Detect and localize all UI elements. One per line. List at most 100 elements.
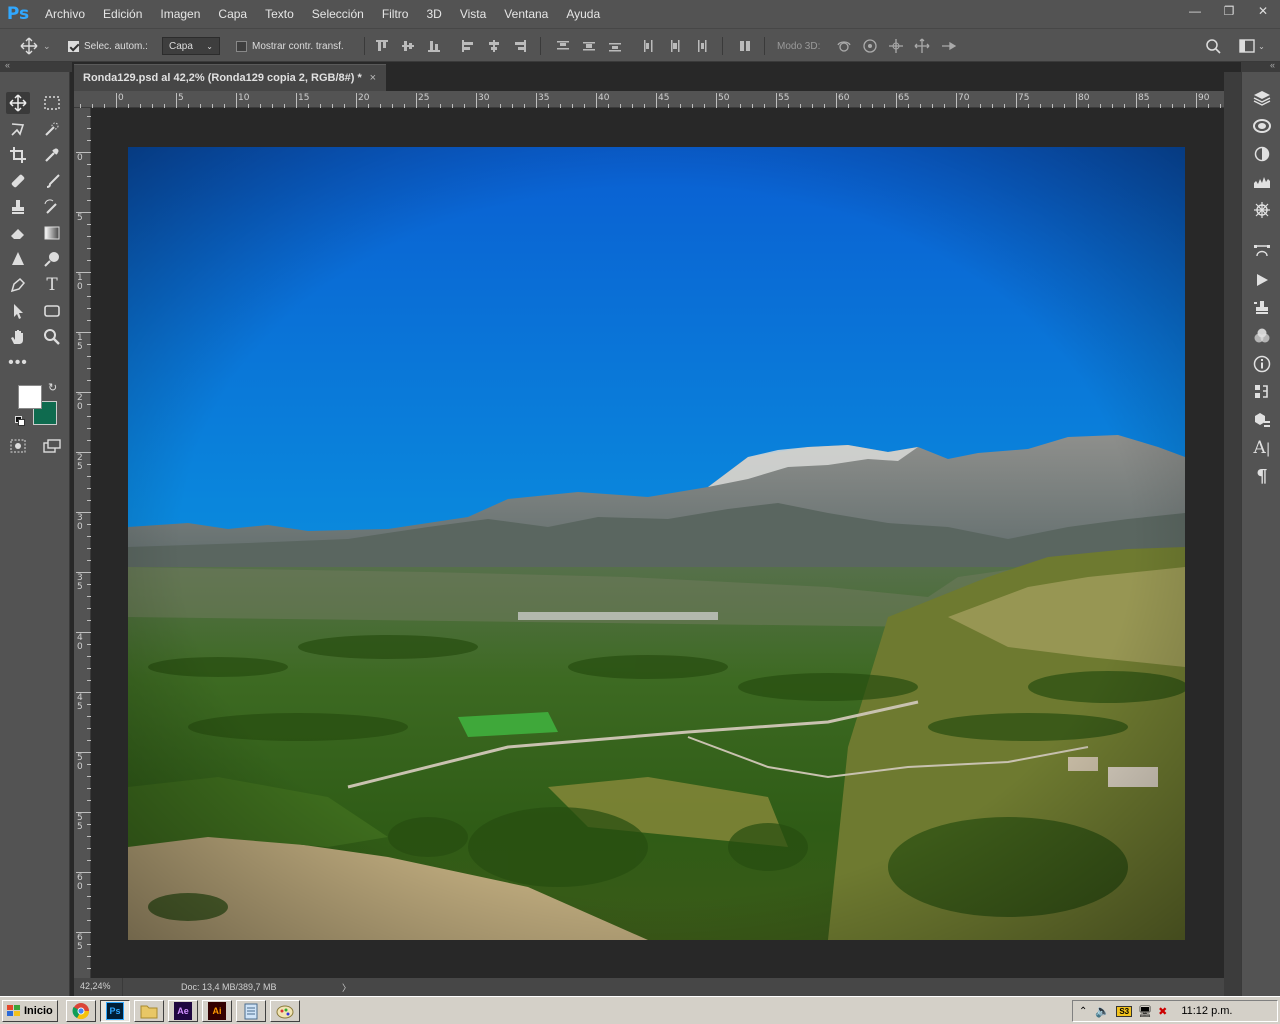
lasso-tool-icon[interactable]: [6, 118, 30, 140]
paragraph-panel-icon[interactable]: ¶: [1250, 464, 1274, 488]
clone-source-icon[interactable]: [1250, 296, 1274, 320]
scale-3d-icon[interactable]: [939, 37, 957, 55]
distribute-left-icon[interactable]: [640, 37, 658, 55]
alert-tray-icon[interactable]: ✖: [1158, 1005, 1167, 1018]
minimize-icon[interactable]: —: [1178, 0, 1212, 22]
history-brush-tool-icon[interactable]: [40, 196, 64, 218]
chrome-taskbar-button[interactable]: [66, 1000, 96, 1022]
show-transform-checkbox[interactable]: Mostrar contr. transf.: [236, 29, 344, 63]
clock[interactable]: 11:12 p.m.: [1181, 1005, 1232, 1017]
status-menu-arrow[interactable]: 〉: [342, 981, 351, 994]
blur-tool-icon[interactable]: [6, 248, 30, 270]
volume-icon[interactable]: 🔈: [1095, 1004, 1110, 1018]
rectangle-tool-icon[interactable]: [40, 300, 64, 322]
paint-taskbar-button[interactable]: [270, 1000, 300, 1022]
align-right-icon[interactable]: [511, 37, 529, 55]
menu-edicion[interactable]: Edición: [94, 0, 151, 28]
document-tab[interactable]: Ronda129.psd al 42,2% (Ronda129 copia 2,…: [74, 64, 386, 91]
distribute-vcenter-icon[interactable]: [580, 37, 598, 55]
channels-icon[interactable]: [1250, 324, 1274, 348]
after-effects-taskbar-button[interactable]: Ae: [168, 1000, 198, 1022]
network-icon[interactable]: 🖥: [1138, 1005, 1152, 1018]
brush-tool-icon[interactable]: [40, 170, 64, 192]
auto-select-checkbox[interactable]: Selec. autom.:: [68, 29, 148, 63]
orbit-3d-icon[interactable]: [835, 37, 853, 55]
menu-vista[interactable]: Vista: [451, 0, 495, 28]
character-panel-icon[interactable]: A|: [1250, 436, 1274, 460]
explorer-taskbar-button[interactable]: [134, 1000, 164, 1022]
auto-select-dropdown[interactable]: Capa ⌄: [162, 29, 220, 63]
expand-icon[interactable]: «: [1270, 60, 1275, 70]
distribute-top-icon[interactable]: [554, 37, 572, 55]
align-hcenter-icon[interactable]: [485, 37, 503, 55]
auto-select-check-icon[interactable]: [68, 40, 79, 52]
actions-play-icon[interactable]: [1250, 268, 1274, 292]
close-icon[interactable]: ✕: [1246, 0, 1280, 22]
eyedropper-tool-icon[interactable]: [40, 144, 64, 166]
layers-icon[interactable]: [1250, 86, 1274, 110]
clone-stamp-tool-icon[interactable]: [6, 196, 30, 218]
adjustments-icon[interactable]: [1250, 142, 1274, 166]
roll-3d-icon[interactable]: [861, 37, 879, 55]
gradient-tool-icon[interactable]: [40, 222, 64, 244]
distribute-hcenter-icon[interactable]: [666, 37, 684, 55]
path-selection-tool-icon[interactable]: [6, 300, 30, 322]
notepad-taskbar-button[interactable]: [236, 1000, 266, 1022]
hand-tool-icon[interactable]: [6, 326, 30, 348]
histogram-icon[interactable]: [1250, 170, 1274, 194]
collapse-icon[interactable]: «: [5, 60, 10, 70]
align-vcenter-icon[interactable]: [399, 37, 417, 55]
menu-imagen[interactable]: Imagen: [151, 0, 209, 28]
align-left-icon[interactable]: [459, 37, 477, 55]
quick-mask-icon[interactable]: [6, 435, 30, 457]
quick-selection-tool-icon[interactable]: [40, 118, 64, 140]
menu-filtro[interactable]: Filtro: [373, 0, 418, 28]
tray-chevron-icon[interactable]: ⌃: [1079, 1006, 1087, 1017]
pen-tool-icon[interactable]: [6, 274, 30, 296]
menu-archivo[interactable]: Archivo: [36, 0, 94, 28]
search-icon[interactable]: [1204, 37, 1222, 55]
3d-panel-icon[interactable]: [1250, 408, 1274, 432]
distribute-bottom-icon[interactable]: [606, 37, 624, 55]
swap-colors-icon[interactable]: ↻: [48, 381, 57, 394]
info-icon[interactable]: [1250, 352, 1274, 376]
history-icon[interactable]: [1250, 380, 1274, 404]
eraser-tool-icon[interactable]: [6, 222, 30, 244]
menu-ayuda[interactable]: Ayuda: [557, 0, 609, 28]
screen-mode-icon[interactable]: [40, 435, 64, 457]
menu-capa[interactable]: Capa: [209, 0, 256, 28]
libraries-icon[interactable]: [1250, 114, 1274, 138]
s3-tray-icon[interactable]: S3: [1116, 1005, 1133, 1017]
landscape-photo[interactable]: [128, 147, 1185, 940]
illustrator-taskbar-button[interactable]: Ai: [202, 1000, 232, 1022]
zoom-level[interactable]: 42,24%: [80, 981, 111, 991]
menu-3d[interactable]: 3D: [417, 0, 450, 28]
crop-tool-icon[interactable]: [6, 144, 30, 166]
foreground-color-swatch[interactable]: [18, 385, 42, 409]
navigator-icon[interactable]: [1250, 198, 1274, 222]
close-tab-icon[interactable]: ×: [370, 72, 376, 84]
marquee-tool-icon[interactable]: [40, 92, 64, 114]
photoshop-taskbar-button[interactable]: Ps: [100, 1000, 130, 1022]
auto-align-icon[interactable]: [736, 37, 754, 55]
canvas-area[interactable]: [91, 108, 1224, 978]
more-tools-icon[interactable]: •••: [6, 352, 30, 374]
slide-3d-icon[interactable]: [913, 37, 931, 55]
move-tool-icon[interactable]: [6, 92, 30, 114]
workspace-icon[interactable]: ⌄: [1238, 37, 1266, 55]
menu-texto[interactable]: Texto: [256, 0, 303, 28]
align-top-icon[interactable]: [373, 37, 391, 55]
align-bottom-icon[interactable]: [425, 37, 443, 55]
healing-brush-tool-icon[interactable]: [6, 170, 30, 192]
transform-check-icon[interactable]: [236, 40, 247, 52]
menu-seleccion[interactable]: Selección: [303, 0, 373, 28]
default-colors-icon[interactable]: [15, 416, 25, 426]
paths-icon[interactable]: [1250, 238, 1274, 262]
type-tool-icon[interactable]: T: [40, 274, 64, 296]
pan-3d-icon[interactable]: [887, 37, 905, 55]
start-button[interactable]: Inicio: [2, 1000, 58, 1022]
menu-ventana[interactable]: Ventana: [495, 0, 557, 28]
dodge-tool-icon[interactable]: [40, 248, 64, 270]
restore-icon[interactable]: ❐: [1212, 0, 1246, 22]
distribute-right-icon[interactable]: [692, 37, 710, 55]
